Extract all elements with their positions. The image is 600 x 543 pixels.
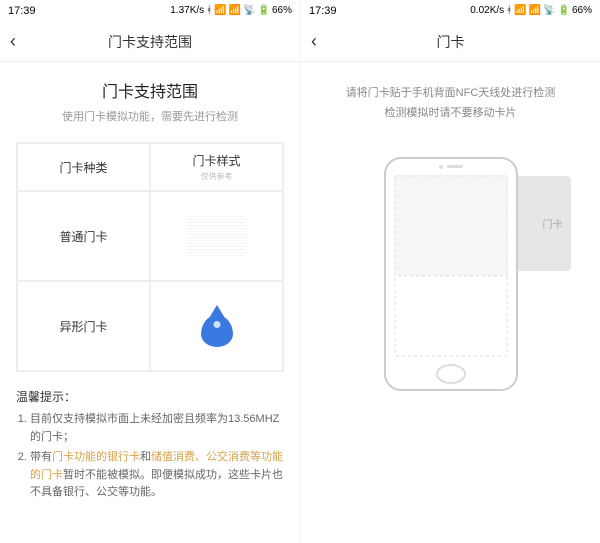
table-row: 异形门卡 [17,281,283,371]
instruction-line-2: 检测模拟时请不要移动卡片 [319,104,582,124]
back-button[interactable]: ‹ [10,31,16,52]
col-header-type: 门卡种类 [17,143,150,191]
col-header-style-label: 门卡样式 [192,152,240,169]
phone-illustration: 门卡 [381,154,521,399]
screen-card-support: 17:39 1.37K/s ᚼ 📶 📶 📡 🔋 66% ‹ 门卡支持范围 门卡支… [0,0,300,543]
instruction-line-1: 请将门卡贴于手机背面NFC天线处进行检测 [319,84,582,104]
back-button[interactable]: ‹ [311,31,317,52]
card-support-table: 门卡种类 门卡样式 仅供参考 普通门卡 异形门卡 [16,142,284,372]
col-header-type-label: 门卡种类 [59,159,107,176]
section-title: 门卡支持范围 [16,78,284,102]
screen-card-detect: 17:39 0.02K/s ᚼ 📶 📶 📡 🔋 66% ‹ 门卡 请将门卡贴于手… [300,0,600,543]
tips-heading: 温馨提示： [16,388,284,405]
row-shaped-card-label: 异形门卡 [17,281,150,371]
tip-item: 带有门卡功能的银行卡和储值消费、公交消费等功能的门卡暂时不能被模拟。即便模拟成功… [30,449,284,502]
bluetooth-icon: ᚼ [506,6,512,16]
signal-icon: 📶 [214,6,226,16]
status-bar: 17:39 0.02K/s ᚼ 📶 📶 📡 🔋 66% [301,0,600,22]
tip-item: 目前仅支持模拟市面上未经加密且频率为13.56MHZ的门卡； [30,411,284,446]
status-bar: 17:39 1.37K/s ᚼ 📶 📶 📡 🔋 66% [0,0,300,22]
tips-list: 目前仅支持模拟市面上未经加密且频率为13.56MHZ的门卡； 带有门卡功能的银行… [16,411,284,502]
page-body: 请将门卡贴于手机背面NFC天线处进行检测 检测模拟时请不要移动卡片 门卡 [301,62,600,421]
wifi-icon: 📡 [243,6,255,16]
col-header-style: 门卡样式 仅供参考 [150,143,283,191]
col-header-style-sub: 仅供参考 [201,171,233,182]
status-time: 17:39 [8,5,36,17]
row-normal-card-sample [150,191,283,281]
page-title: 门卡支持范围 [108,32,192,52]
battery-icon: 🔋 [258,6,270,16]
battery-pct: 66% [272,6,292,16]
page-body: 门卡支持范围 使用门卡模拟功能，需要先进行检测 门卡种类 门卡样式 仅供参考 普… [0,62,300,521]
table-row: 普通门卡 [17,191,283,281]
row-shaped-card-sample [150,281,283,371]
bluetooth-icon: ᚼ [206,6,212,16]
signal-icon: 📶 [229,6,241,16]
battery-icon: 🔋 [558,6,570,16]
battery-pct: 66% [572,6,592,16]
phone-icon [381,154,521,394]
status-indicators: 1.37K/s ᚼ 📶 📶 📡 🔋 66% [170,6,292,16]
app-header: ‹ 门卡 [301,22,600,62]
status-indicators: 0.02K/s ᚼ 📶 📶 📡 🔋 66% [470,6,592,16]
page-title: 门卡 [437,32,465,52]
signal-icon: 📶 [514,6,526,16]
row-normal-card-label: 普通门卡 [17,191,150,281]
section-subtitle: 使用门卡模拟功能，需要先进行检测 [16,108,284,124]
wifi-icon: 📡 [543,6,555,16]
instruction-text: 请将门卡贴于手机背面NFC天线处进行检测 检测模拟时请不要移动卡片 [319,84,582,124]
status-time: 17:39 [309,5,337,17]
status-netspeed: 0.02K/s [470,6,504,16]
signal-icon: 📶 [529,6,541,16]
keyfob-icon [199,305,235,347]
card-sample-icon [187,216,247,256]
table-header-row: 门卡种类 门卡样式 仅供参考 [17,143,283,191]
highlight-text: 门卡功能的银行卡 [52,451,140,463]
app-header: ‹ 门卡支持范围 [0,22,300,62]
nfc-card-label: 门卡 [543,216,563,231]
status-netspeed: 1.37K/s [170,6,204,16]
